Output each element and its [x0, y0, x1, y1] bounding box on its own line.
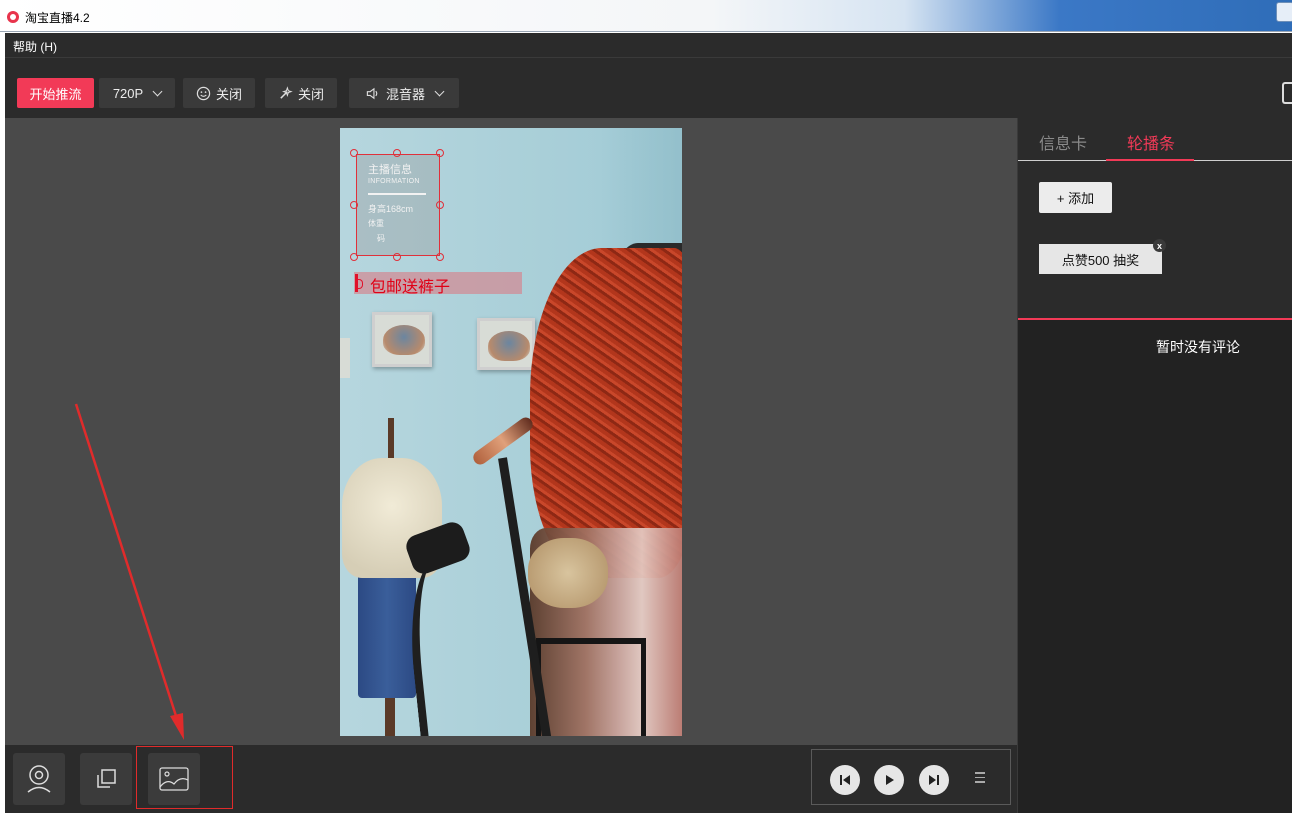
playback-controls	[811, 749, 1011, 805]
speaker-icon	[366, 87, 378, 99]
next-button[interactable]	[919, 765, 949, 795]
info-card-size: 码	[377, 234, 385, 243]
menu-help[interactable]: 帮助 (H)	[13, 38, 57, 55]
active-tab-indicator	[1106, 159, 1194, 161]
previous-button[interactable]	[830, 765, 860, 795]
side-panel-toggle-icon[interactable]	[1282, 82, 1292, 104]
resize-handle[interactable]	[436, 201, 444, 209]
chevron-down-icon	[434, 86, 445, 96]
playlist-icon[interactable]	[975, 772, 985, 784]
ticker-icon	[355, 274, 363, 292]
resize-handle[interactable]	[393, 149, 401, 157]
wall-painting	[372, 312, 432, 367]
ticker-item[interactable]: 点赞500 抽奖	[1039, 244, 1162, 274]
filter-label: 关闭	[297, 86, 324, 102]
resize-handle[interactable]	[436, 149, 444, 157]
resolution-label: 720P	[112, 85, 144, 101]
source-bar	[5, 745, 1017, 813]
camera-preview[interactable]: 主播信息 INFORMATION 身高168cm 体重 码 包邮送裤子	[340, 128, 682, 736]
ticker-text: 包邮送裤子	[370, 279, 451, 296]
filter-toggle-button[interactable]: 关闭	[265, 78, 337, 108]
resize-handle[interactable]	[350, 149, 358, 157]
mixer-label: 混音器	[385, 86, 425, 102]
resize-handle[interactable]	[393, 253, 401, 261]
start-stream-label: 开始推流	[29, 86, 82, 102]
wall-painting	[477, 318, 535, 370]
info-card-height: 身高168cm	[368, 204, 414, 214]
webcam-icon	[27, 765, 51, 793]
play-icon	[886, 775, 894, 785]
start-stream-button[interactable]: 开始推流	[17, 78, 94, 108]
window-title: 淘宝直播4.2	[25, 11, 90, 25]
empty-comments-text: 暂时没有评论	[1156, 339, 1240, 355]
info-card-title: 主播信息	[368, 164, 412, 176]
resize-handle[interactable]	[436, 253, 444, 261]
preview-area: 主播信息 INFORMATION 身高168cm 体重 码 包邮送裤子	[5, 118, 1017, 745]
window-control-button[interactable]	[1276, 2, 1292, 22]
resize-handle[interactable]	[350, 201, 358, 209]
ticker-overlay[interactable]: 包邮送裤子	[354, 272, 522, 296]
close-icon[interactable]: x	[1153, 239, 1166, 252]
info-card-subtitle: INFORMATION	[368, 178, 420, 185]
info-card-weight: 体重	[368, 219, 384, 228]
tab-ticker[interactable]: 轮播条	[1127, 130, 1175, 154]
window-capture-icon	[97, 769, 116, 788]
skip-previous-icon	[840, 775, 850, 785]
mixer-dropdown[interactable]: 混音器	[349, 78, 459, 108]
right-panel: 信息卡 轮播条 + 添加 点赞500 抽奖 x 暂时没有评论	[1017, 118, 1292, 813]
annotation-highlight-box	[136, 746, 233, 809]
magic-wand-icon	[280, 85, 293, 99]
menu-bar: 帮助 (H)	[5, 33, 1292, 57]
beauty-label: 关闭	[215, 86, 242, 102]
toolbar: 开始推流 720P 关闭 关闭 混音器	[5, 57, 1292, 118]
taobao-live-logo-icon	[7, 11, 19, 23]
info-card-divider	[368, 193, 426, 195]
resolution-dropdown[interactable]: 720P	[99, 78, 175, 108]
tab-info-card[interactable]: 信息卡	[1039, 130, 1087, 154]
resize-handle[interactable]	[350, 253, 358, 261]
smile-icon	[196, 86, 211, 100]
beauty-toggle-button[interactable]: 关闭	[183, 78, 255, 108]
add-window-source-button[interactable]	[80, 753, 132, 805]
info-card-overlay[interactable]: 主播信息 INFORMATION 身高168cm 体重 码	[356, 154, 440, 256]
add-camera-source-button[interactable]	[13, 753, 65, 805]
mannequin-pants	[358, 568, 416, 698]
title-bar: 淘宝直播4.2	[0, 0, 1292, 32]
overlay-settings-panel: 信息卡 轮播条 + 添加 点赞500 抽奖 x	[1018, 118, 1292, 318]
skip-next-icon	[929, 775, 939, 785]
chevron-down-icon	[152, 86, 163, 96]
add-ticker-button[interactable]: + 添加	[1039, 182, 1112, 213]
play-button[interactable]	[874, 765, 904, 795]
